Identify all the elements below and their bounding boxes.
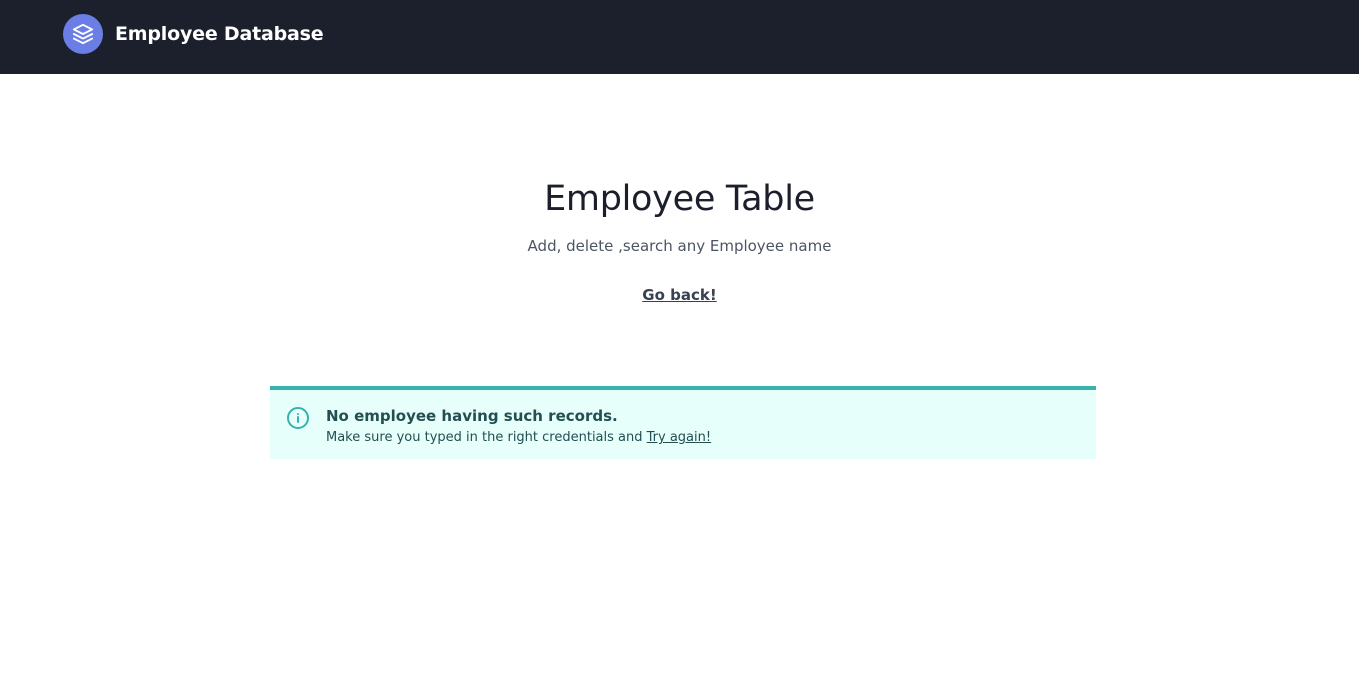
page-title: Employee Table: [544, 179, 815, 219]
brand-link[interactable]: Employee Database: [63, 14, 324, 54]
page-subtitle: Add, delete ,search any Employee name: [527, 237, 832, 255]
alert-message: Make sure you typed in the right credent…: [326, 429, 711, 447]
go-back-link[interactable]: Go back!: [642, 283, 716, 307]
top-navbar: Employee Database: [0, 0, 1359, 74]
info-icon: [286, 406, 310, 430]
alert-body: No employee having such records. Make su…: [326, 406, 711, 447]
page-header: Employee Table Add, delete ,search any E…: [0, 174, 1359, 307]
alert-title: No employee having such records.: [326, 407, 618, 425]
layers-icon: [63, 14, 103, 54]
no-records-alert: No employee having such records. Make su…: [270, 386, 1096, 459]
try-again-link[interactable]: Try again!: [647, 430, 711, 445]
brand-title: Employee Database: [115, 23, 324, 45]
alert-message-text: Make sure you typed in the right credent…: [326, 430, 647, 445]
